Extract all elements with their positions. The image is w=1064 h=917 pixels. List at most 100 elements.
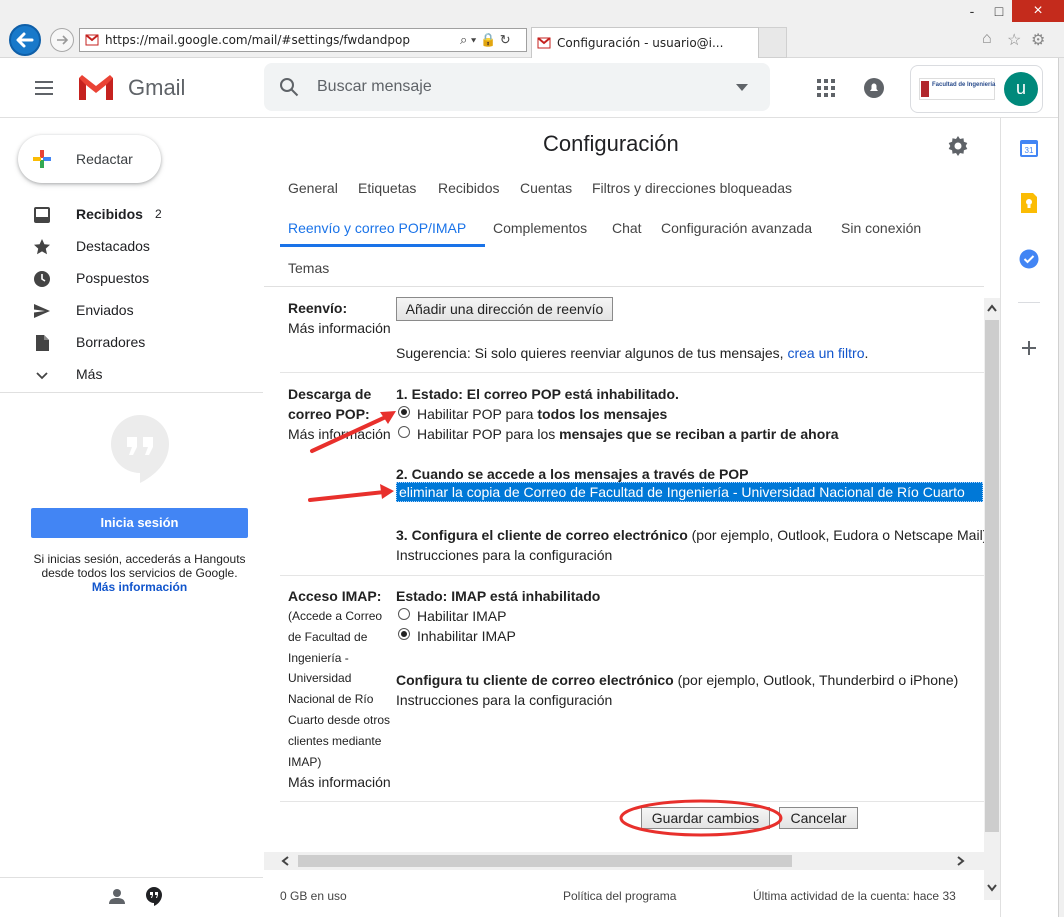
add-addon-plus-icon[interactable]: [1021, 340, 1037, 356]
pop-all-messages-radio[interactable]: [398, 406, 410, 418]
calendar-icon[interactable]: 31: [1019, 138, 1039, 158]
section-divider: [280, 575, 984, 576]
sidebar-item-pospuestos[interactable]: Pospuestos: [0, 263, 262, 295]
imap-disable-radio[interactable]: [398, 628, 410, 640]
address-bar[interactable]: https://mail.google.com/mail/#settings/f…: [79, 28, 527, 52]
tasks-icon[interactable]: [1019, 249, 1039, 269]
vertical-scrollbar-thumb[interactable]: [985, 320, 999, 832]
create-filter-link[interactable]: crea un filtro: [787, 345, 864, 361]
tab-general[interactable]: General: [288, 180, 338, 196]
home-icon[interactable]: ⌂: [982, 30, 992, 48]
search-icon[interactable]: ⌕ ▾ 🔒 ↻: [460, 32, 511, 48]
imap-enable-radio[interactable]: [398, 608, 410, 620]
scroll-left-icon: [281, 856, 289, 866]
close-button[interactable]: ×: [1012, 0, 1064, 22]
imap-instructions-link[interactable]: Instrucciones para la configuración: [396, 692, 612, 708]
annotation-arrow-select: [308, 484, 394, 502]
tools-gear-icon[interactable]: ⚙: [1031, 30, 1045, 50]
pop-label-line2: correo POP:: [288, 406, 370, 422]
tab-cuentas[interactable]: Cuentas: [520, 180, 572, 196]
horizontal-scrollbar-thumb[interactable]: [298, 855, 792, 867]
imap-more-info-link[interactable]: Más información: [288, 774, 391, 790]
tab-temas[interactable]: Temas: [288, 260, 329, 276]
pop-instructions-link[interactable]: Instrucciones para la configuración: [396, 547, 612, 563]
favorites-star-icon[interactable]: ☆: [1007, 30, 1021, 50]
hangouts-icon[interactable]: [145, 886, 163, 906]
tab-etiquetas[interactable]: Etiquetas: [358, 180, 416, 196]
svg-text:31: 31: [1025, 146, 1034, 155]
back-button[interactable]: [9, 24, 41, 56]
tab-recibidos[interactable]: Recibidos: [438, 180, 499, 196]
tab-filtros[interactable]: Filtros y direcciones bloqueadas: [592, 180, 792, 196]
pop-client-heading: 3. Configura el cliente de correo electr…: [396, 527, 988, 543]
gmail-wordmark: Gmail: [128, 75, 186, 100]
hangouts-more-info-link[interactable]: Más información: [92, 580, 187, 594]
apps-grid-icon[interactable]: [817, 79, 835, 97]
arrow-left-icon: [16, 32, 34, 48]
browser-chrome: https://mail.google.com/mail/#settings/f…: [0, 0, 1064, 58]
scroll-right-icon: [957, 856, 965, 866]
hangouts-panel: Inicia sesión Si inicias sesión, acceder…: [0, 392, 263, 878]
imap-enable-label: Habilitar IMAP: [417, 608, 507, 624]
search-bar[interactable]: Buscar mensaje: [264, 63, 770, 111]
pop-status: 1. Estado: El correo POP está inhabilita…: [396, 386, 679, 402]
tabs-divider: [264, 286, 984, 287]
star-icon: [34, 239, 50, 255]
new-tab-button[interactable]: [759, 27, 787, 58]
forward-button[interactable]: [50, 28, 74, 52]
settings-gear-icon[interactable]: [948, 136, 968, 156]
maximize-button[interactable]: □: [986, 0, 1012, 24]
tab-sin-conexion[interactable]: Sin conexión: [841, 220, 921, 236]
sidebar-item-recibidos[interactable]: Recibidos 2: [0, 199, 262, 231]
search-icon: [280, 78, 299, 97]
tab-complementos[interactable]: Complementos: [493, 220, 587, 236]
sidebar-item-enviados[interactable]: Enviados: [0, 295, 262, 327]
gmail-logo-icon: [79, 75, 113, 100]
draft-icon: [36, 335, 49, 351]
program-policy-link[interactable]: Política del programa: [563, 889, 676, 903]
gmail-favicon-icon: [85, 34, 99, 46]
side-panel: 31: [1000, 118, 1058, 917]
section-divider: [280, 372, 984, 373]
tab-configuracion-avanzada[interactable]: Configuración avanzada: [661, 220, 812, 236]
pop-new-messages-label: Habilitar POP para los mensajes que se r…: [417, 426, 839, 442]
browser-tab[interactable]: Configuración - usuario@i...: [531, 27, 759, 58]
pop-action-select[interactable]: eliminar la copia de Correo de Facultad …: [396, 482, 983, 502]
hangouts-logo-icon: [111, 415, 169, 483]
minimize-button[interactable]: -: [960, 0, 984, 24]
forwarding-more-info-link[interactable]: Más información: [288, 320, 391, 336]
pop-new-messages-radio[interactable]: [398, 426, 410, 438]
contacts-person-icon[interactable]: [109, 888, 125, 904]
avatar[interactable]: u: [1004, 72, 1038, 106]
section-divider: [280, 801, 984, 802]
unread-count: 2: [155, 207, 162, 221]
sidebar-item-borradores[interactable]: Borradores: [0, 327, 262, 359]
sidebar-item-destacados[interactable]: Destacados: [0, 231, 262, 263]
compose-plus-icon: [33, 150, 51, 168]
pop-label-line1: Descarga de: [288, 386, 372, 402]
sidebar-item-mas[interactable]: Más: [0, 359, 262, 391]
pop-more-info-link[interactable]: Más información: [288, 426, 391, 442]
notifications-icon[interactable]: [863, 77, 885, 99]
tab-chat[interactable]: Chat: [612, 220, 642, 236]
active-tab-indicator: [280, 244, 485, 247]
inbox-icon: [34, 207, 50, 223]
cancel-button[interactable]: Cancelar: [779, 807, 858, 829]
tab-reenvio-pop-imap[interactable]: Reenvío y correo POP/IMAP: [288, 220, 466, 236]
pop-access-heading: 2. Cuando se accede a los mensajes a tra…: [396, 466, 749, 482]
keep-icon[interactable]: [1019, 192, 1039, 214]
save-changes-button[interactable]: Guardar cambios: [641, 807, 770, 829]
chevron-down-icon: [36, 372, 48, 380]
url-text: https://mail.google.com/mail/#settings/f…: [105, 33, 410, 47]
page-title: Configuración: [543, 131, 679, 156]
imap-disable-label: Inhabilitar IMAP: [417, 628, 516, 644]
add-forwarding-address-button[interactable]: Añadir una dirección de reenvío: [396, 297, 613, 321]
hangouts-signin-button[interactable]: Inicia sesión: [31, 508, 248, 538]
main-menu-icon[interactable]: [34, 80, 54, 96]
scroll-down-icon: [987, 884, 997, 892]
account-switcher[interactable]: Facultad de Ingeniería u: [910, 65, 1043, 113]
crest-icon: [921, 81, 929, 97]
search-options-caret-icon[interactable]: [736, 84, 748, 91]
compose-button[interactable]: Redactar: [18, 135, 161, 183]
search-input[interactable]: Buscar mensaje: [317, 78, 432, 96]
